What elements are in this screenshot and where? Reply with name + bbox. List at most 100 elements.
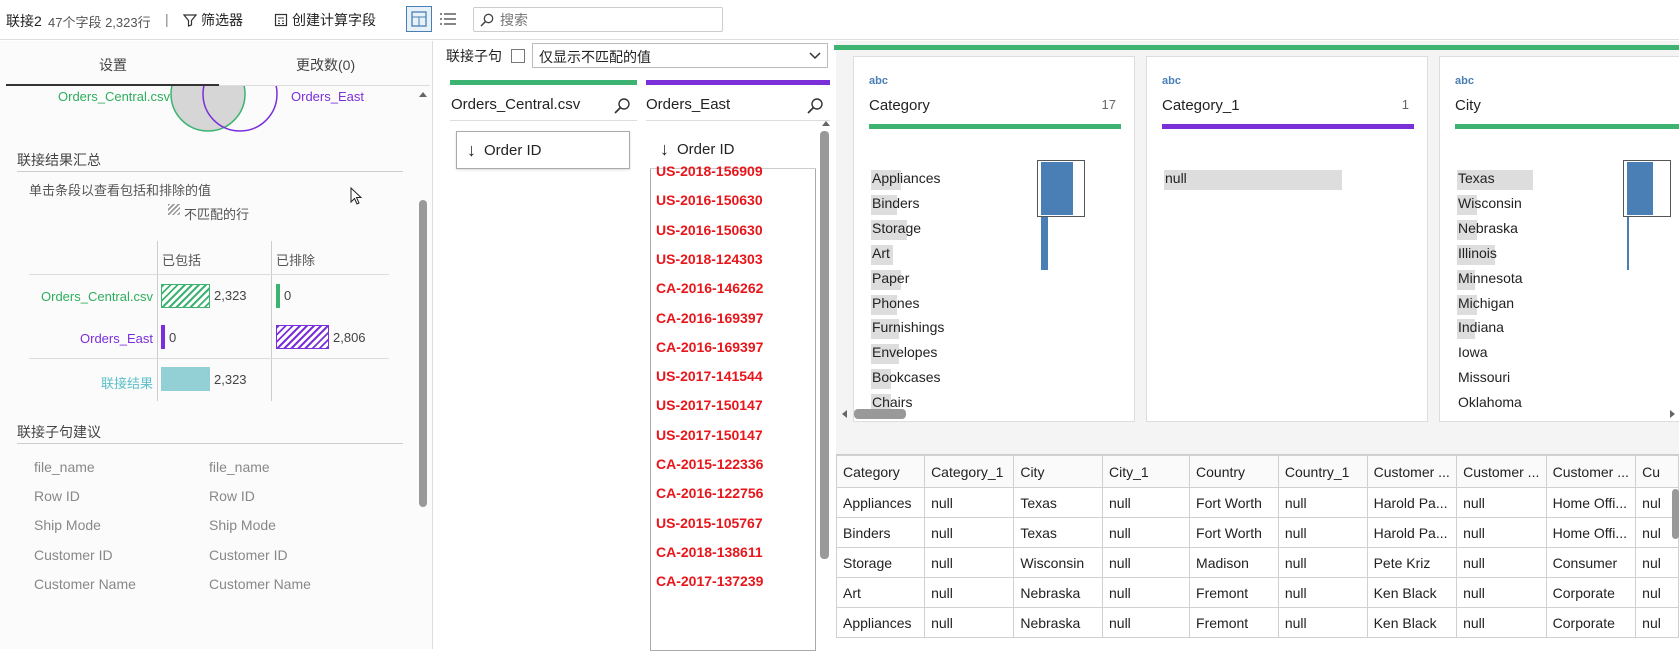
column-header[interactable]: Customer ... [1456, 455, 1547, 488]
included-bar-result[interactable] [161, 367, 210, 391]
unmatched-order-id[interactable]: US-2017-150147 [656, 397, 763, 413]
suggestion-left-field[interactable]: Row ID [34, 488, 80, 504]
table-row[interactable]: Appliances null Nebraska null Fremont null Ken… [835, 607, 1679, 638]
profile-value[interactable]: Missouri [1457, 368, 1511, 386]
column-header[interactable]: City [1013, 455, 1103, 488]
column-header[interactable]: Category [835, 455, 926, 488]
profile-card-category-1[interactable]: abc Category_1 1 null [1146, 56, 1428, 422]
unmatched-order-id[interactable]: CA-2015-122336 [656, 456, 763, 472]
suggestion-left-field[interactable]: Customer ID [34, 547, 113, 563]
scroll-up-icon[interactable] [821, 119, 831, 127]
profile-value[interactable]: Binders [871, 194, 920, 212]
column-header[interactable]: Cu [1635, 455, 1679, 488]
unmatched-order-id[interactable]: CA-2016-169397 [656, 310, 763, 326]
excluded-bar-east[interactable] [276, 325, 329, 349]
join-result-color-bar [834, 45, 1679, 50]
histogram-bar [1041, 217, 1048, 270]
profile-card-category[interactable]: abc Category 17 Appliances Binders Storage… [853, 56, 1135, 422]
table-row[interactable]: Appliances null Texas null Fort Worth null Har… [835, 487, 1679, 518]
suggestion-left-field[interactable]: Ship Mode [34, 517, 101, 533]
suggestion-right-field[interactable]: Customer ID [209, 547, 288, 563]
unmatched-legend-label: 不匹配的行 [184, 207, 250, 222]
search-icon [480, 13, 494, 27]
unmatched-order-id[interactable]: CA-2017-137239 [656, 573, 763, 589]
unmatched-order-id[interactable]: US-2016-150630 [656, 222, 763, 238]
suggestion-right-field[interactable]: Ship Mode [209, 517, 276, 533]
suggestion-left-field[interactable]: Customer Name [34, 576, 136, 592]
search-input[interactable] [500, 11, 710, 28]
profile-value[interactable]: Nebraska [1457, 219, 1519, 237]
unmatched-filter-dropdown[interactable]: 仅显示不匹配的值 [532, 43, 828, 68]
included-bar-east[interactable] [161, 325, 165, 349]
unmatched-order-id[interactable]: US-2017-150147 [656, 427, 763, 443]
profile-card-city[interactable]: abc City 1 TexasWisconsinNebraskaIllinoi… [1439, 56, 1679, 422]
profile-value[interactable]: Texas [1457, 169, 1496, 187]
search-icon[interactable] [613, 97, 631, 115]
excluded-bar-central[interactable] [276, 284, 280, 308]
tab-settings[interactable]: 设置 [99, 55, 127, 75]
unmatched-order-id[interactable]: US-2017-141544 [656, 368, 763, 384]
profile-value[interactable]: Phones [871, 294, 920, 312]
cards-horizontal-scrollbar[interactable] [854, 409, 906, 419]
unmatched-only-checkbox[interactable] [511, 49, 525, 63]
column-header[interactable]: City_1 [1101, 455, 1191, 488]
profile-value[interactable]: Envelopes [871, 343, 938, 361]
table-row[interactable]: Binders null Texas null Fort Worth null Harold… [835, 517, 1679, 548]
profile-value[interactable]: Oklahoma [1457, 393, 1523, 411]
sort-down-arrow-icon: ↓ [467, 139, 476, 160]
card-view-toggle[interactable] [406, 6, 432, 32]
suggestion-right-field[interactable]: file_name [209, 459, 270, 475]
collapse-up-icon[interactable] [418, 90, 428, 98]
profile-value[interactable]: Indiana [1457, 318, 1505, 336]
profile-value[interactable]: Appliances [871, 169, 942, 187]
profile-value[interactable]: Wisconsin [1457, 194, 1523, 212]
excluded-header: 已排除 [276, 253, 316, 268]
profile-value[interactable]: Paper [871, 269, 910, 287]
profile-value[interactable]: Minnesota [1457, 269, 1524, 287]
profile-value[interactable]: Bookcases [871, 368, 941, 386]
column-header[interactable]: Category_1 [924, 455, 1015, 488]
list-view-toggle[interactable] [435, 6, 461, 32]
column-header[interactable]: Customer ... [1366, 455, 1458, 488]
unmatched-order-id[interactable]: CA-2016-122756 [656, 485, 763, 501]
excluded-count-central: 0 [284, 288, 292, 303]
create-calc-field-label: 创建计算字段 [292, 12, 376, 28]
unmatched-order-id[interactable]: CA-2016-169397 [656, 339, 763, 355]
unmatched-order-id[interactable]: CA-2018-138611 [656, 544, 763, 560]
search-icon[interactable] [806, 97, 824, 115]
unmatched-order-id[interactable]: CA-2016-146262 [656, 280, 763, 296]
filter-button[interactable]: 筛选器 [183, 8, 243, 32]
tab-changes[interactable]: 更改数(0) [296, 55, 355, 75]
profile-value[interactable]: Storage [871, 219, 922, 237]
search-box[interactable] [473, 7, 723, 32]
id-list-scrollbar[interactable] [820, 131, 829, 559]
profile-value[interactable]: Art [871, 244, 891, 262]
scroll-right-icon[interactable] [1669, 409, 1677, 419]
profile-value[interactable]: Illinois [1457, 244, 1498, 262]
grid-vertical-scrollbar[interactable] [1672, 489, 1679, 539]
scroll-left-icon[interactable] [840, 409, 848, 419]
unmatched-order-id[interactable]: US-2018-156909 [656, 163, 763, 179]
table-row[interactable]: Art null Nebraska null Fremont null Ken Black n… [835, 577, 1679, 608]
suggestion-right-field[interactable]: Customer Name [209, 576, 311, 592]
included-bar-central[interactable] [161, 284, 210, 308]
create-calc-field-button[interactable]: 创建计算字段 [274, 8, 376, 32]
unmatched-order-id[interactable]: US-2016-150630 [656, 192, 763, 208]
unmatched-order-id[interactable]: US-2015-105767 [656, 515, 763, 531]
suggestion-left-field[interactable]: file_name [34, 459, 95, 475]
profile-value[interactable]: Furnishings [871, 318, 945, 336]
column-header[interactable]: Customer ... [1545, 455, 1637, 488]
divider [17, 171, 403, 172]
suggestion-right-field[interactable]: Row ID [209, 488, 255, 504]
profile-value[interactable]: Michigan [1457, 294, 1515, 312]
profile-value[interactable]: null [1164, 169, 1188, 187]
column-header[interactable]: Country [1189, 455, 1279, 488]
column-header[interactable]: Country_1 [1277, 455, 1368, 488]
calculator-icon [274, 13, 288, 27]
join-venn-diagram[interactable] [160, 86, 310, 176]
profile-value[interactable]: Iowa [1457, 343, 1489, 361]
table-row[interactable]: Storage null Wisconsin null Madison null Pete … [835, 547, 1679, 578]
left-panel-scrollbar[interactable] [419, 200, 427, 507]
unmatched-order-id[interactable]: US-2018-124303 [656, 251, 763, 267]
left-join-field[interactable]: ↓ Order ID [456, 131, 630, 169]
